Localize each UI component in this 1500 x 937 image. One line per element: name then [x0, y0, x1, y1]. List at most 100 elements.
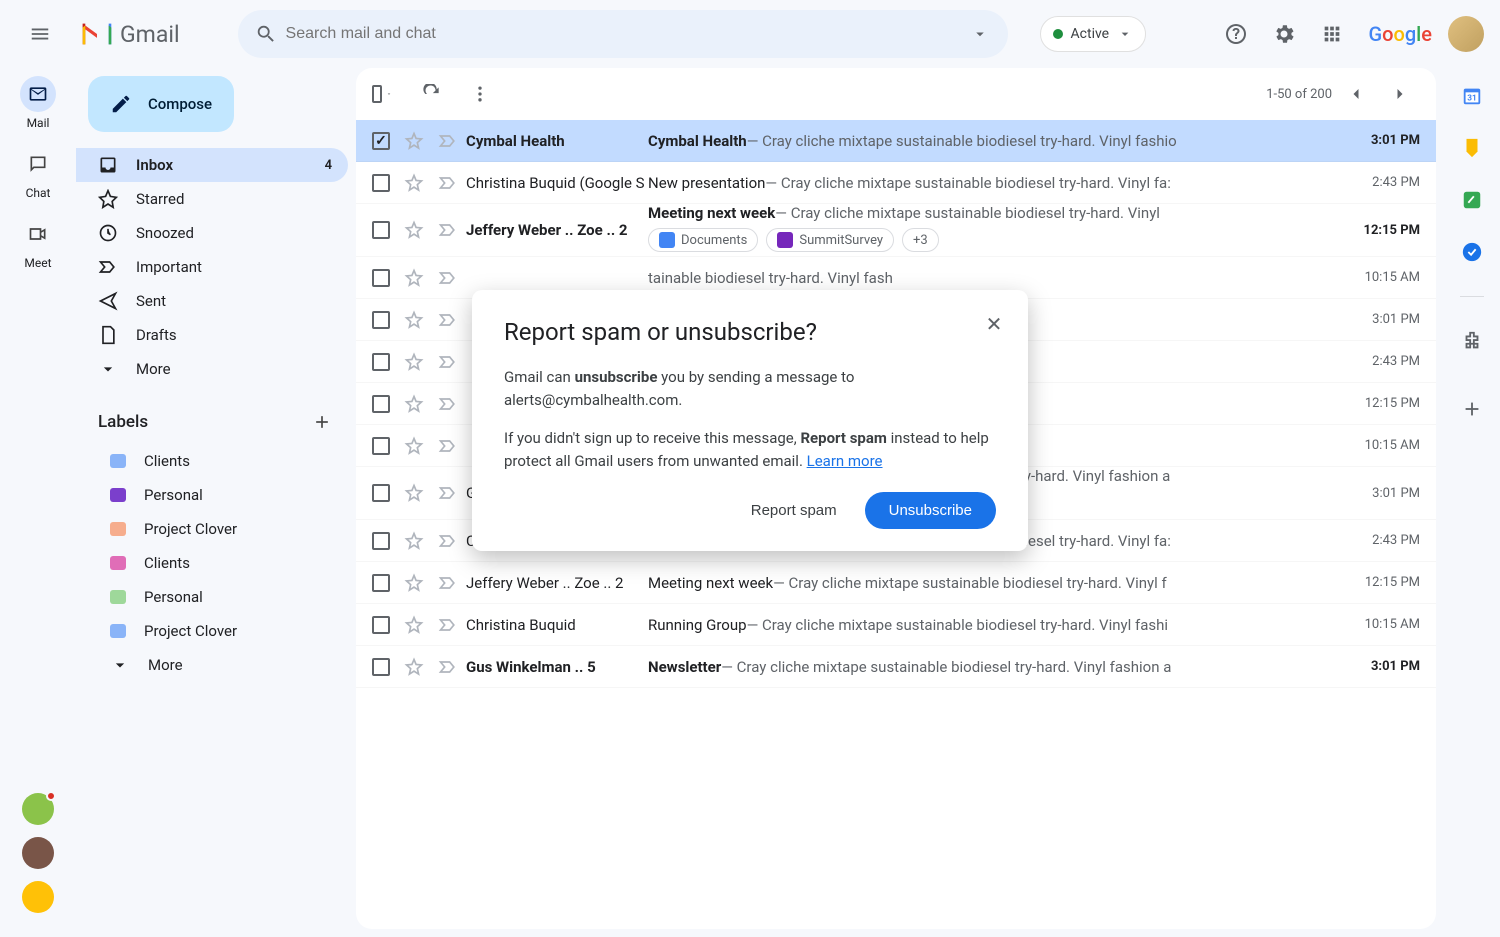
chat-avatar-1[interactable] — [22, 793, 54, 825]
star-icon[interactable] — [404, 657, 424, 677]
nav-drafts[interactable]: Drafts — [76, 318, 348, 352]
email-row[interactable]: Christina BuquidRunning Group — Cray cli… — [356, 604, 1436, 646]
google-link[interactable]: Google — [1368, 22, 1432, 46]
status-label: Active — [1071, 26, 1110, 42]
star-icon[interactable] — [404, 394, 424, 414]
important-icon[interactable] — [438, 394, 458, 414]
tasks-icon[interactable] — [1460, 188, 1484, 212]
important-icon[interactable] — [438, 173, 458, 193]
compose-button[interactable]: Compose — [88, 76, 234, 132]
nav-sent[interactable]: Sent — [76, 284, 348, 318]
chat-avatar-2[interactable] — [22, 837, 54, 869]
select-dropdown-icon[interactable] — [386, 87, 392, 101]
important-icon[interactable] — [438, 352, 458, 372]
refresh-button[interactable] — [412, 74, 452, 114]
star-icon[interactable] — [404, 483, 424, 503]
label-clients[interactable]: Clients — [88, 444, 348, 478]
star-icon[interactable] — [404, 352, 424, 372]
mail-tab[interactable]: Mail — [20, 76, 56, 130]
addons-icon[interactable] — [1460, 329, 1484, 353]
more-actions-button[interactable] — [460, 74, 500, 114]
nav-starred[interactable]: Starred — [76, 182, 348, 216]
learn-more-link[interactable]: Learn more — [807, 452, 883, 470]
search-icon[interactable] — [246, 14, 286, 54]
star-icon[interactable] — [404, 268, 424, 288]
add-label-button[interactable] — [308, 408, 336, 436]
star-icon[interactable] — [404, 131, 424, 151]
label-clients[interactable]: Clients — [88, 546, 348, 580]
star-icon[interactable] — [404, 615, 424, 635]
close-button[interactable]: ✕ — [978, 308, 1010, 340]
important-icon[interactable] — [438, 220, 458, 240]
email-row[interactable]: Jeffery Weber .. Zoe .. 2Meeting next we… — [356, 562, 1436, 604]
important-icon[interactable] — [438, 531, 458, 551]
row-checkbox[interactable] — [372, 574, 390, 592]
row-checkbox[interactable] — [372, 484, 390, 502]
help-icon[interactable] — [1216, 14, 1256, 54]
important-icon[interactable] — [438, 483, 458, 503]
important-icon[interactable] — [438, 657, 458, 677]
label-project-clover[interactable]: Project Clover — [88, 512, 348, 546]
row-checkbox[interactable] — [372, 353, 390, 371]
main-menu-button[interactable] — [16, 10, 64, 58]
search-options-icon[interactable] — [960, 14, 1000, 54]
apps-icon[interactable] — [1312, 14, 1352, 54]
label-personal[interactable]: Personal — [88, 580, 348, 614]
row-checkbox[interactable] — [372, 132, 390, 150]
email-row[interactable]: Gus Winkelman .. 5Newsletter — Cray clic… — [356, 646, 1436, 688]
email-row[interactable]: Christina Buquid (Google SNew presentati… — [356, 162, 1436, 204]
row-checkbox[interactable] — [372, 437, 390, 455]
label-color-icon — [110, 590, 126, 604]
row-checkbox[interactable] — [372, 174, 390, 192]
row-checkbox[interactable] — [372, 532, 390, 550]
row-checkbox[interactable] — [372, 269, 390, 287]
add-panel-button[interactable] — [1460, 397, 1484, 421]
row-checkbox[interactable] — [372, 395, 390, 413]
nav-more[interactable]: More — [76, 352, 348, 386]
search-input[interactable] — [286, 25, 960, 43]
star-icon[interactable] — [404, 573, 424, 593]
attachment-chip[interactable]: SummitSurvey — [766, 228, 894, 252]
email-row[interactable]: Cymbal HealthCymbal Health — Cray cliche… — [356, 120, 1436, 162]
report-spam-button[interactable]: Report spam — [739, 492, 849, 529]
row-checkbox[interactable] — [372, 311, 390, 329]
row-checkbox[interactable] — [372, 221, 390, 239]
labels-more[interactable]: More — [88, 648, 348, 682]
meet-tab[interactable]: Meet — [20, 216, 56, 270]
star-icon[interactable] — [404, 310, 424, 330]
important-icon[interactable] — [438, 310, 458, 330]
email-row[interactable]: Jeffery Weber .. Zoe .. 2Meeting next we… — [356, 204, 1436, 257]
attachment-more[interactable]: +3 — [902, 228, 939, 252]
important-icon[interactable] — [438, 573, 458, 593]
row-checkbox[interactable] — [372, 616, 390, 634]
important-icon[interactable] — [438, 268, 458, 288]
nav-important[interactable]: Important — [76, 250, 348, 284]
star-icon[interactable] — [404, 220, 424, 240]
row-checkbox[interactable] — [372, 658, 390, 676]
important-icon[interactable] — [438, 615, 458, 635]
star-icon[interactable] — [404, 173, 424, 193]
attachment-chip[interactable]: Documents — [648, 228, 758, 252]
unsubscribe-button[interactable]: Unsubscribe — [865, 492, 996, 529]
label-personal[interactable]: Personal — [88, 478, 348, 512]
star-icon[interactable] — [404, 531, 424, 551]
keep-icon[interactable] — [1460, 136, 1484, 160]
label-project-clover[interactable]: Project Clover — [88, 614, 348, 648]
search-bar[interactable] — [238, 10, 1008, 58]
calendar-icon[interactable]: 31 — [1460, 84, 1484, 108]
select-all-checkbox[interactable] — [372, 85, 382, 103]
account-avatar[interactable] — [1448, 16, 1484, 52]
prev-page-button[interactable] — [1336, 74, 1376, 114]
next-page-button[interactable] — [1380, 74, 1420, 114]
important-icon[interactable] — [438, 436, 458, 456]
contacts-icon[interactable] — [1460, 240, 1484, 264]
settings-icon[interactable] — [1264, 14, 1304, 54]
nav-inbox[interactable]: Inbox 4 — [76, 148, 348, 182]
star-icon[interactable] — [404, 436, 424, 456]
nav-snoozed[interactable]: Snoozed — [76, 216, 348, 250]
chat-tab[interactable]: Chat — [20, 146, 56, 200]
gmail-logo[interactable]: Gmail — [80, 21, 180, 48]
status-chip[interactable]: Active — [1040, 16, 1147, 52]
important-icon[interactable] — [438, 131, 458, 151]
chat-avatar-3[interactable] — [22, 881, 54, 913]
